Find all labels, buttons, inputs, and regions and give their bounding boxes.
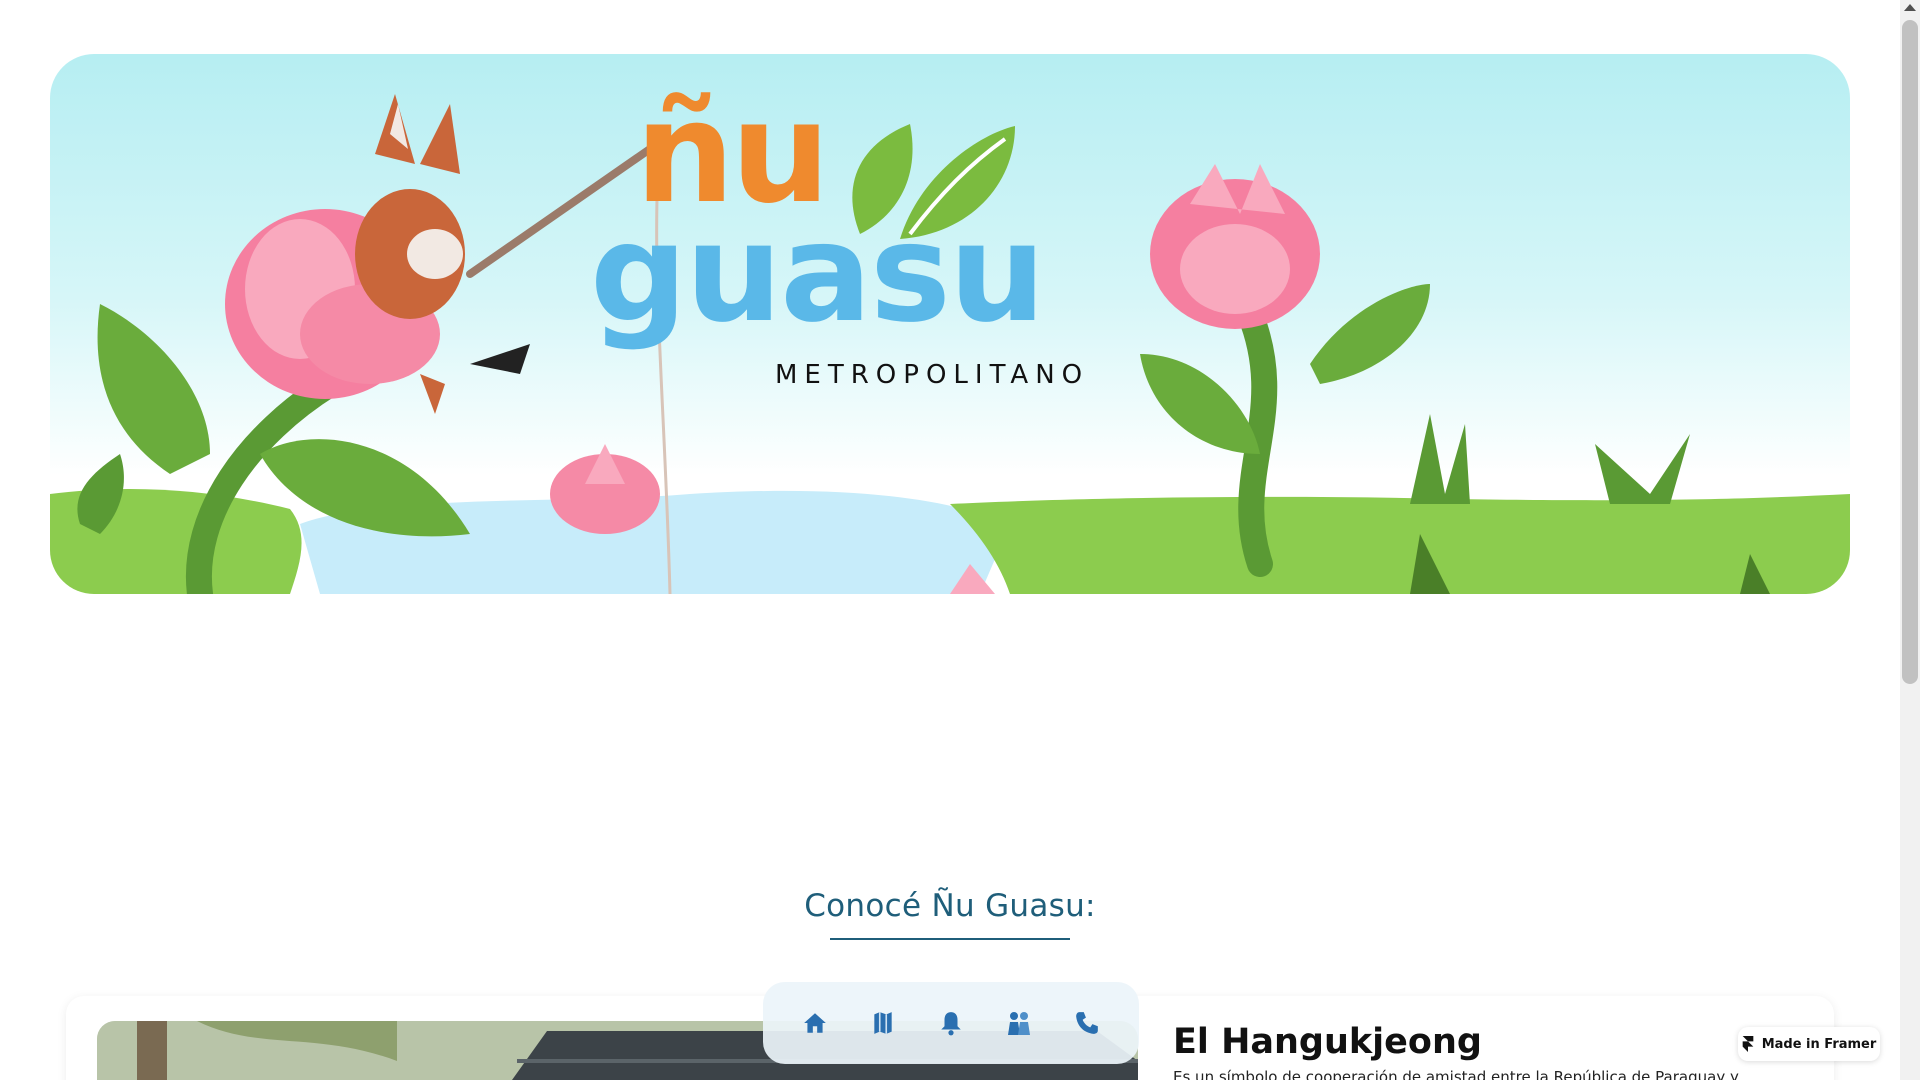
- section-underline: [830, 938, 1070, 940]
- logo-line2: guasu: [590, 195, 1046, 353]
- framer-logo-icon: [1742, 1036, 1754, 1052]
- home-icon: [804, 1013, 826, 1033]
- people-icon: [1008, 1012, 1030, 1035]
- framer-badge-label: Made in Framer: [1761, 1036, 1877, 1052]
- bell-icon: [941, 1012, 961, 1036]
- card-title: El Hangukjeong: [1173, 1022, 1482, 1062]
- card-description: Es un símbolo de cooperación de amistad …: [1173, 1068, 1739, 1080]
- phone-icon: [1076, 1012, 1098, 1034]
- nav-map[interactable]: [863, 1003, 903, 1043]
- made-in-framer-badge[interactable]: Made in Framer: [1738, 1027, 1880, 1061]
- map-icon: [874, 1012, 892, 1034]
- bottom-navigation: [763, 982, 1139, 1064]
- nav-community[interactable]: [999, 1003, 1039, 1043]
- page: ñu guasu METROPOLITANO Conocé Ñu Guasu: …: [0, 0, 1920, 1080]
- nav-notifications[interactable]: [931, 1003, 971, 1043]
- hero-banner: ñu guasu METROPOLITANO: [50, 54, 1850, 594]
- nav-contact[interactable]: [1067, 1003, 1107, 1043]
- section-title: Conocé Ñu Guasu:: [804, 888, 1096, 924]
- scroll-up-arrow-icon[interactable]: [1904, 4, 1916, 11]
- logo-subtitle: METROPOLITANO: [775, 360, 1090, 390]
- scrollbar-thumb[interactable]: [1902, 20, 1918, 684]
- nav-home[interactable]: [795, 1003, 835, 1043]
